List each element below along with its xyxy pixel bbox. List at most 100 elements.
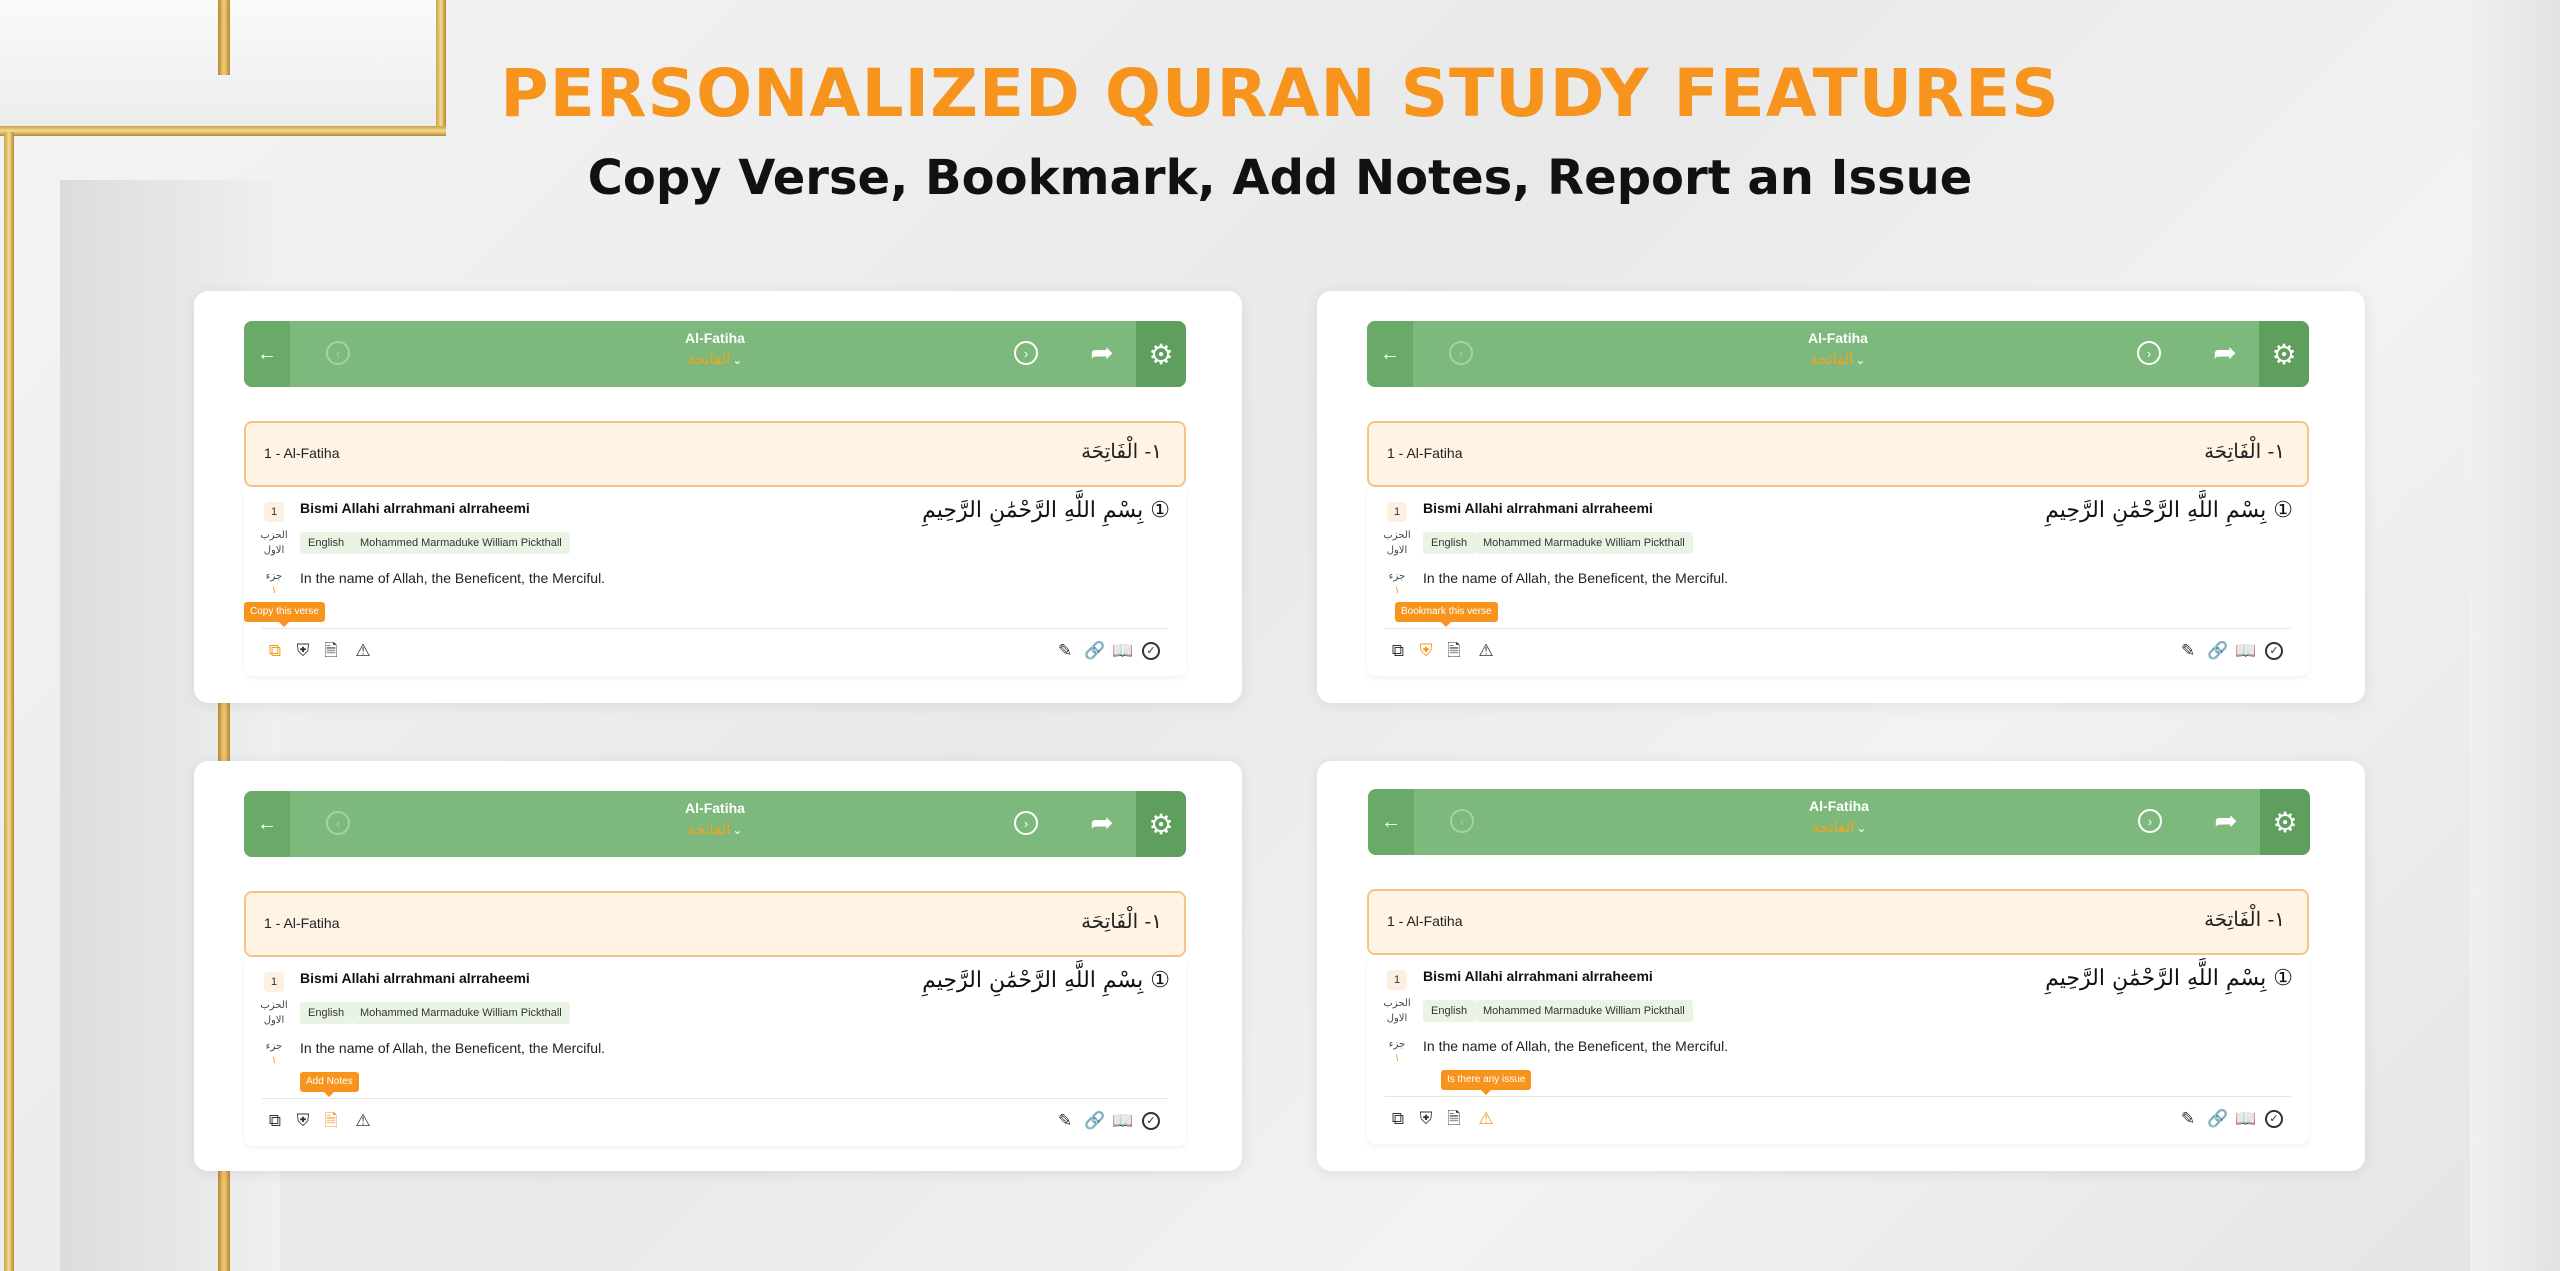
surah-row[interactable]: 1 - Al-Fatiha ١- الْفَاتِحَة <box>244 891 1186 957</box>
chevron-right-circle-icon[interactable]: › <box>1014 341 1038 365</box>
link-icon[interactable]: 🔗 <box>1084 1110 1106 1132</box>
tooltip: Add Notes <box>300 1072 359 1097</box>
book-icon[interactable]: 📖 <box>1112 1110 1134 1132</box>
language-tag: English <box>300 1002 353 1024</box>
surah-row[interactable]: 1 - Al-Fatiha ١- الْفَاتِحَة <box>1367 889 2309 955</box>
pen-icon[interactable]: ✎ <box>2177 640 2199 662</box>
juz-number: ١ <box>271 1055 277 1066</box>
surah-row[interactable]: 1 - Al-Fatiha ١- الْفَاتِحَة <box>244 421 1186 487</box>
link-icon[interactable]: 🔗 <box>2207 1108 2229 1130</box>
divider <box>1385 628 2291 629</box>
gear-icon[interactable]: ⚙ <box>2260 789 2310 855</box>
juz-number: ١ <box>1394 1053 1400 1064</box>
link-icon[interactable]: 🔗 <box>2207 640 2229 662</box>
copy-icon[interactable]: ⧉ <box>1387 640 1409 662</box>
page-subtitle: Copy Verse, Bookmark, Add Notes, Report … <box>587 150 1973 206</box>
bookmark-icon[interactable]: ⛨ <box>1415 640 1437 662</box>
verse-card: 1 الحزب الاول جزء ١ Bismi Allahi alrrahma… <box>1367 488 2309 676</box>
surah-selector[interactable]: Al-Fatiha الفاتحة ⌄ <box>1368 798 2310 837</box>
transliteration: Bismi Allahi alrrahmani alrraheemi <box>1423 968 1653 984</box>
book-icon[interactable]: 📖 <box>2235 640 2257 662</box>
surah-selector[interactable]: Al-Fatiha الفاتحة ⌄ <box>244 800 1186 839</box>
link-icon[interactable]: 🔗 <box>1084 640 1106 662</box>
copy-icon[interactable]: ⧉ <box>264 1110 286 1132</box>
juz-label: جزء ١ <box>258 1040 290 1068</box>
transliteration: Bismi Allahi alrrahmani alrraheemi <box>300 970 530 986</box>
surah-row-arabic: ١- الْفَاتِحَة <box>2204 439 2285 463</box>
chevron-right-circle-icon[interactable]: › <box>2137 341 2161 365</box>
bookmark-icon[interactable]: ⛨ <box>1415 1108 1437 1130</box>
check-circle-icon[interactable]: ✓ <box>2265 1110 2283 1128</box>
chevron-right-circle-icon[interactable]: › <box>1014 811 1038 835</box>
check-circle-icon[interactable]: ✓ <box>2265 642 2283 660</box>
verse-card: 1 الحزب الاول جزء ١ Bismi Allahi alrrahma… <box>1367 956 2309 1144</box>
bookmark-icon[interactable]: ⛨ <box>292 640 314 662</box>
arabic-verse: بِسْمِ اللَّهِ الرَّحْمَٰنِ الرَّحِيمِ ① <box>2045 966 2293 991</box>
gear-icon[interactable]: ⚙ <box>2259 321 2309 387</box>
warning-icon[interactable]: ⚠ <box>1475 640 1497 662</box>
share-icon[interactable]: ➦ <box>2208 805 2244 837</box>
share-icon[interactable]: ➦ <box>1084 807 1120 839</box>
surah-row[interactable]: 1 - Al-Fatiha ١- الْفَاتِحَة <box>1367 421 2309 487</box>
gear-icon[interactable]: ⚙ <box>1136 321 1186 387</box>
translator-tag: Mohammed Marmaduke William Pickthall <box>1475 532 1693 554</box>
arabic-verse: بِسْمِ اللَّهِ الرَّحْمَٰنِ الرَّحِيمِ ① <box>922 498 1170 523</box>
surah-selector[interactable]: Al-Fatiha الفاتحة ⌄ <box>1367 330 2309 369</box>
hizb-label: الحزب الاول <box>1383 998 1411 1024</box>
surah-selector[interactable]: Al-Fatiha الفاتحة ⌄ <box>244 330 1186 369</box>
translation-text: In the name of Allah, the Beneficent, th… <box>300 1040 606 1056</box>
verse-number: 1 <box>264 502 284 522</box>
warning-icon[interactable]: ⚠ <box>352 640 374 662</box>
pen-icon[interactable]: ✎ <box>1054 640 1076 662</box>
translation-text: In the name of Allah, the Beneficent, th… <box>300 570 606 586</box>
notes-icon[interactable]: 🗎 <box>1443 640 1465 662</box>
tooltip: Copy this verse <box>244 602 325 627</box>
juz-label-text: جزء <box>265 571 283 582</box>
warning-icon[interactable]: ⚠ <box>352 1110 374 1132</box>
pen-icon[interactable]: ✎ <box>1054 1110 1076 1132</box>
check-circle-icon[interactable]: ✓ <box>1142 1112 1160 1130</box>
chevron-down-icon[interactable]: ⌄ <box>732 353 742 367</box>
copy-icon[interactable]: ⧉ <box>264 640 286 662</box>
notes-icon[interactable]: 🗎 <box>1443 1108 1465 1130</box>
share-icon[interactable]: ➦ <box>2207 337 2243 369</box>
arabic-verse: بِسْمِ اللَّهِ الرَّحْمَٰنِ الرَّحِيمِ ① <box>922 968 1170 993</box>
feature-card-report: ← ‹ Al-Fatiha الفاتحة ⌄ › ➦ ⚙ 1 - Al-Fati… <box>1317 761 2365 1171</box>
feature-card-copy: ← ‹ Al-Fatiha الفاتحة ⌄ › ➦ ⚙ 1 - Al-Fati… <box>194 291 1242 703</box>
divider <box>262 628 1168 629</box>
gold-line <box>4 132 14 1271</box>
notes-icon[interactable]: 🗎 <box>320 1110 342 1132</box>
tooltip: Bookmark this verse <box>1395 602 1498 627</box>
gear-icon[interactable]: ⚙ <box>1136 791 1186 857</box>
surah-subtitle: الفاتحة <box>687 821 731 838</box>
share-icon[interactable]: ➦ <box>1084 337 1120 369</box>
gold-line <box>218 1170 230 1271</box>
arabic-verse: بِسْمِ اللَّهِ الرَّحْمَٰنِ الرَّحِيمِ ① <box>2045 498 2293 523</box>
chevron-down-icon[interactable]: ⌄ <box>1856 821 1866 835</box>
surah-row-arabic: ١- الْفَاتِحَة <box>1081 439 1162 463</box>
notes-icon[interactable]: 🗎 <box>320 640 342 662</box>
surah-row-arabic: ١- الْفَاتِحَة <box>1081 909 1162 933</box>
chevron-down-icon[interactable]: ⌄ <box>1855 353 1865 367</box>
check-circle-icon[interactable]: ✓ <box>1142 642 1160 660</box>
warning-icon[interactable]: ⚠ <box>1475 1108 1497 1130</box>
surah-title: Al-Fatiha <box>685 800 745 816</box>
surah-title: Al-Fatiha <box>1809 798 1869 814</box>
verse-number: 1 <box>1387 502 1407 522</box>
juz-label: جزء ١ <box>1381 1038 1413 1066</box>
copy-icon[interactable]: ⧉ <box>1387 1108 1409 1130</box>
juz-label-text: جزء <box>1388 1039 1406 1050</box>
surah-title: Al-Fatiha <box>1808 330 1868 346</box>
divider <box>262 1098 1168 1099</box>
verse-card: 1 الحزب الاول جزء ١ Bismi Allahi alrrahma… <box>244 488 1186 676</box>
surah-subtitle: الفاتحة <box>1810 351 1854 368</box>
pen-icon[interactable]: ✎ <box>2177 1108 2199 1130</box>
juz-number: ١ <box>271 585 277 596</box>
reader-topbar: ← ‹ Al-Fatiha الفاتحة ⌄ › ➦ ⚙ <box>244 321 1186 387</box>
book-icon[interactable]: 📖 <box>1112 640 1134 662</box>
juz-label: جزء ١ <box>1381 570 1413 598</box>
bookmark-icon[interactable]: ⛨ <box>292 1110 314 1132</box>
chevron-right-circle-icon[interactable]: › <box>2138 809 2162 833</box>
book-icon[interactable]: 📖 <box>2235 1108 2257 1130</box>
chevron-down-icon[interactable]: ⌄ <box>732 823 742 837</box>
